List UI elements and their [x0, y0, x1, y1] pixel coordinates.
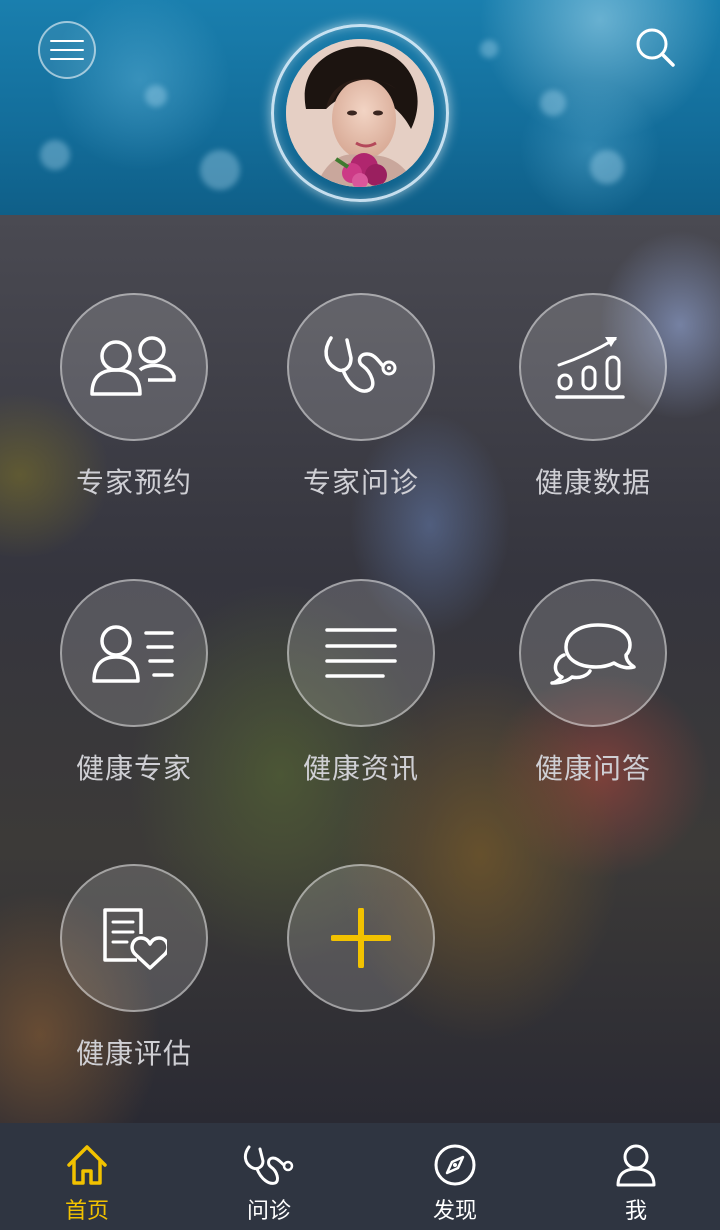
grid-item-label: 健康数据	[534, 466, 651, 499]
header	[0, 0, 720, 215]
compass-icon	[434, 1144, 476, 1186]
tab-label: 首页	[64, 1199, 109, 1224]
bokeh-decoration	[590, 150, 624, 184]
document-heart-icon	[103, 908, 167, 970]
grid-item-button[interactable]	[287, 293, 435, 441]
hamburger-menu-icon	[50, 40, 84, 42]
tab-label: 问诊	[246, 1199, 291, 1224]
avatar[interactable]	[286, 39, 434, 187]
grid-item-button[interactable]	[60, 293, 208, 441]
chat-bubbles-icon	[550, 623, 636, 685]
tab-consultation[interactable]: 问诊	[209, 1123, 329, 1230]
grid-item-health-assessment[interactable]: 健康评估	[60, 864, 290, 1084]
chart-trend-icon	[555, 337, 625, 399]
grid-item-button[interactable]	[519, 293, 667, 441]
bokeh-decoration	[480, 40, 498, 58]
bokeh-decoration	[145, 85, 167, 107]
bokeh-decoration	[540, 90, 566, 116]
grid-item-label: 健康专家	[75, 752, 192, 785]
tab-bar: 首页 问诊 发现 我	[0, 1123, 720, 1230]
search-button[interactable]	[632, 26, 680, 70]
stethoscope-icon	[243, 1145, 294, 1185]
users-icon	[90, 336, 176, 396]
tab-me[interactable]: 我	[576, 1123, 696, 1230]
tab-discover[interactable]: 发现	[395, 1123, 515, 1230]
tab-label: 我	[624, 1199, 647, 1224]
grid-item-label: 健康评估	[75, 1037, 192, 1070]
bokeh-decoration	[40, 140, 70, 170]
feature-grid: 专家预约 专家问诊 健康数据 健康专家 健康资讯 健康问答 健康评估	[0, 215, 720, 1123]
grid-item-button[interactable]	[60, 864, 208, 1012]
grid-item-label: 专家预约	[75, 466, 192, 499]
user-list-icon	[92, 625, 174, 683]
tab-label: 发现	[432, 1199, 477, 1224]
grid-item-button[interactable]	[519, 579, 667, 727]
search-icon	[636, 28, 675, 67]
grid-item-label: 健康资讯	[302, 752, 419, 785]
grid-item-health-qa[interactable]: 健康问答	[519, 579, 720, 799]
grid-item-button[interactable]	[60, 579, 208, 727]
bokeh-decoration	[200, 150, 240, 190]
grid-item-add[interactable]	[287, 864, 517, 1084]
user-avatar-photo	[286, 39, 434, 187]
stethoscope-icon	[324, 336, 397, 393]
menu-button[interactable]	[38, 21, 96, 79]
lines-icon	[325, 628, 397, 678]
home-icon	[67, 1145, 107, 1185]
grid-item-label: 专家问诊	[302, 466, 419, 499]
grid-item-button[interactable]	[287, 579, 435, 727]
tab-home[interactable]: 首页	[27, 1123, 147, 1230]
person-icon	[616, 1144, 656, 1187]
grid-item-label: 健康问答	[534, 752, 651, 785]
plus-icon	[331, 908, 391, 968]
add-button[interactable]	[287, 864, 435, 1012]
grid-item-health-data[interactable]: 健康数据	[519, 293, 720, 513]
